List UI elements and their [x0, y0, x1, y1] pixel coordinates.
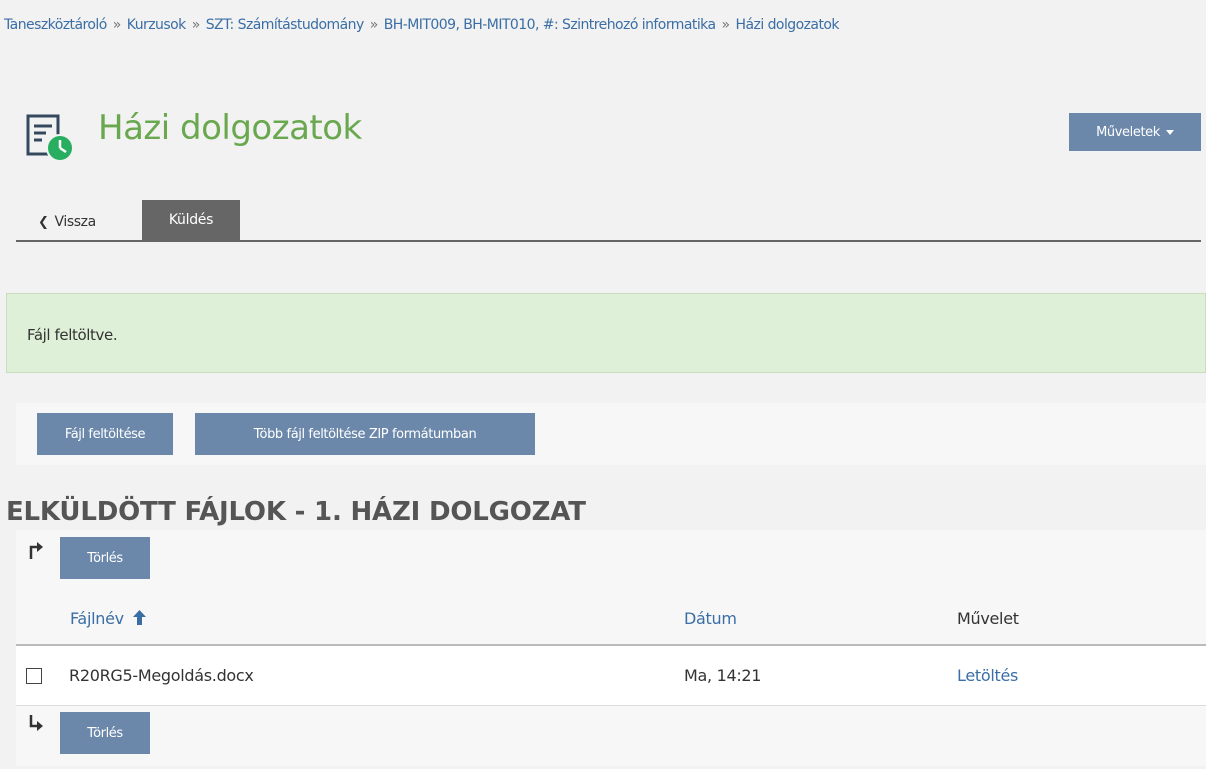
upload-zip-label: Több fájl feltöltése ZIP formátumban: [253, 426, 477, 442]
breadcrumb-separator: »: [721, 17, 731, 33]
column-header-date[interactable]: Dátum: [684, 609, 737, 628]
upload-file-button[interactable]: Fájl feltöltése: [37, 413, 173, 455]
delete-label: Törlés: [87, 725, 123, 741]
tab-back[interactable]: ❮ Vissza: [38, 214, 96, 230]
breadcrumb-separator: »: [191, 17, 201, 33]
breadcrumb-separator: »: [112, 17, 122, 33]
section-title: ELKÜLDÖTT FÁJLOK - 1. HÁZI DOLGOZAT: [6, 497, 586, 527]
column-header-filename[interactable]: Fájlnév: [70, 609, 146, 628]
chevron-left-icon: ❮: [38, 215, 49, 230]
download-link[interactable]: Letöltés: [957, 666, 1018, 685]
alert-message: Fájl feltöltve.: [27, 326, 118, 344]
table-row: R20RG5-Megoldás.docx Ma, 14:21 Letöltés: [16, 646, 1206, 706]
caret-down-icon: [1165, 129, 1174, 135]
breadcrumb-item-course[interactable]: BH-MIT009, BH-MIT010, #: Szintrehozó inf…: [384, 17, 716, 33]
delete-label: Törlés: [87, 550, 123, 566]
row-checkbox[interactable]: [26, 668, 42, 684]
success-alert: Fájl feltöltve.: [6, 293, 1206, 373]
breadcrumb-item-current[interactable]: Házi dolgozatok: [736, 17, 840, 33]
page-title: Házi dolgozatok: [98, 108, 362, 148]
file-date: Ma, 14:21: [684, 666, 762, 685]
tab-back-label: Vissza: [54, 214, 97, 230]
column-header-filename-label: Fájlnév: [70, 609, 124, 628]
column-header-action: Művelet: [957, 609, 1019, 628]
tab-send[interactable]: Küldés: [142, 200, 240, 240]
breadcrumb-item-category[interactable]: SZT: Számítástudomány: [206, 17, 365, 33]
actions-menu-label: Műveletek: [1096, 124, 1160, 140]
upload-file-label: Fájl feltöltése: [64, 426, 146, 442]
arrow-turn-down-right-icon: [29, 715, 43, 731]
breadcrumb-item-home[interactable]: Taneszköztároló: [4, 17, 107, 33]
sort-arrow-up-icon: [132, 610, 146, 625]
tab-bar: ❮ Vissza Küldés: [16, 200, 1201, 242]
breadcrumb-separator: »: [369, 17, 379, 33]
arrow-turn-right-icon: [29, 542, 43, 559]
delete-button-bottom[interactable]: Törlés: [60, 712, 150, 754]
delete-button-top[interactable]: Törlés: [60, 537, 150, 579]
actions-menu-button[interactable]: Műveletek: [1069, 113, 1201, 151]
upload-toolbar: Fájl feltöltése Több fájl feltöltése ZIP…: [16, 403, 1206, 465]
upload-zip-button[interactable]: Több fájl feltöltése ZIP formátumban: [195, 413, 535, 455]
breadcrumb-item-courses[interactable]: Kurzusok: [127, 17, 186, 33]
breadcrumb: Taneszköztároló» Kurzusok» SZT: Számítástu…: [4, 17, 840, 33]
file-name: R20RG5-Megoldás.docx: [69, 666, 254, 685]
tab-send-label: Küldés: [168, 212, 214, 228]
assignment-clock-icon: [26, 114, 74, 162]
